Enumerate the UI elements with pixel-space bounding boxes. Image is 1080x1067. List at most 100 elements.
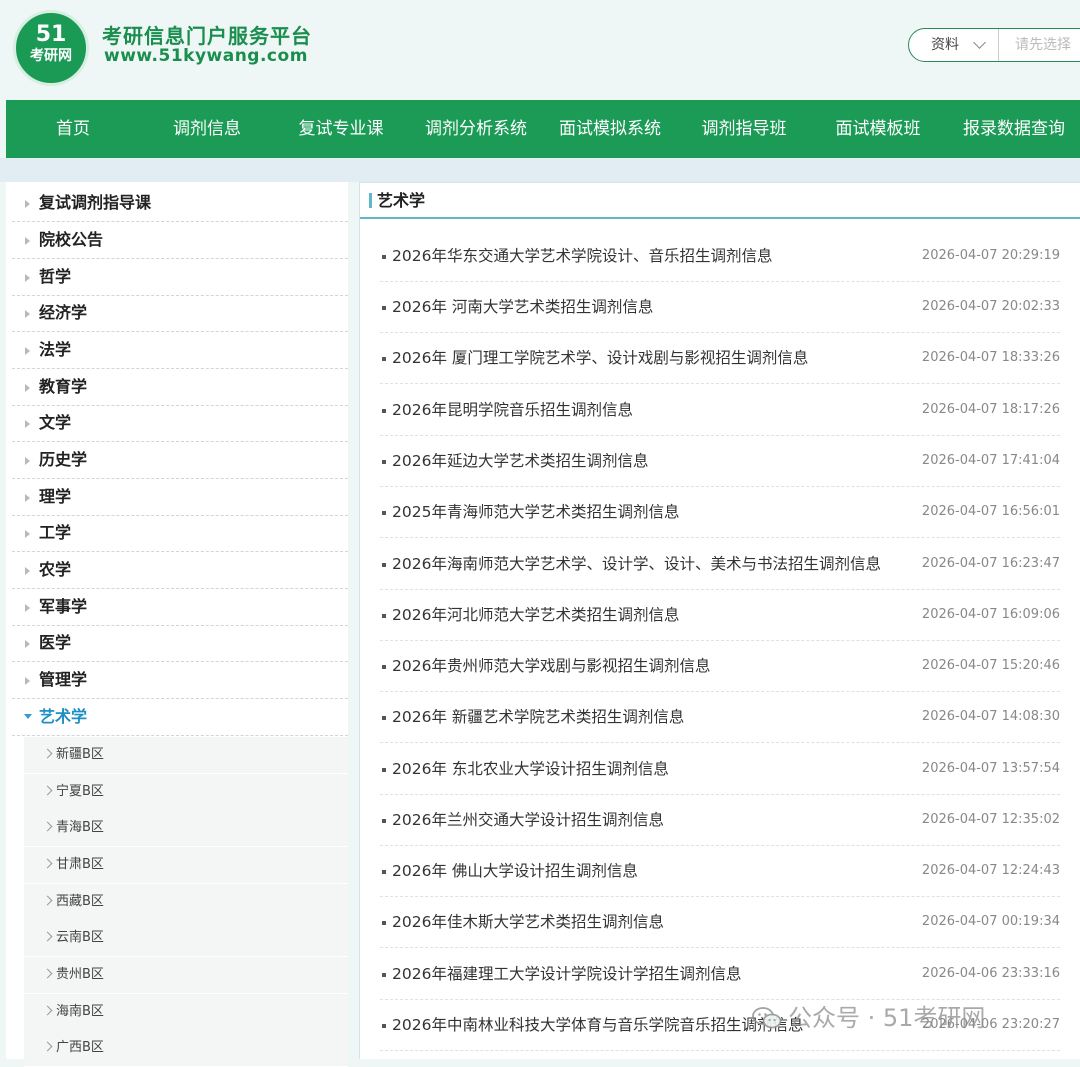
- sidebar-item-management[interactable]: 管理学: [12, 663, 348, 699]
- site-logo[interactable]: 51 考研网: [13, 10, 89, 86]
- panel-title: 艺术学: [377, 191, 426, 210]
- list-item-link[interactable]: 2026年 佛山大学设计招生调剂信息: [392, 846, 638, 896]
- sidebar-item-military[interactable]: 军事学: [12, 590, 348, 626]
- sidebar-item-agriculture[interactable]: 农学: [12, 553, 348, 589]
- sidebar-item-arts[interactable]: 艺术学: [12, 700, 348, 736]
- bullet-icon: [382, 306, 386, 310]
- caret-right-icon: [25, 494, 30, 502]
- list-item: 2026年 佛山大学设计招生调剂信息 2026-04-07 12:24:43: [380, 846, 1060, 897]
- list-item-link[interactable]: 2026年中南林业科技大学体育与音乐学院音乐招生调剂信息: [392, 1000, 803, 1050]
- sidebar-item-history[interactable]: 历史学: [12, 443, 348, 479]
- list-item-date: 2026-04-07 14:08:30: [921, 709, 1060, 724]
- nav-item-guidance-class[interactable]: 调剂指导班: [694, 100, 794, 158]
- nav-item-retest-courses[interactable]: 复试专业课: [291, 100, 391, 158]
- sidebar-item-label: 农学: [39, 560, 72, 579]
- sidebar-item-retest-guidance[interactable]: 复试调剂指导课: [12, 186, 348, 222]
- sidebar-item-label: 工学: [39, 523, 72, 542]
- sidebar-subitem-guangxi[interactable]: 广西B区: [24, 1030, 348, 1067]
- sidebar-subitem-label: 青海B区: [56, 820, 104, 835]
- list-item: 2026年 河南大学艺术类招生调剂信息 2026-04-07 20:02:33: [380, 282, 1060, 333]
- list-item-date: 2026-04-07 18:17:26: [921, 402, 1060, 417]
- chevron-right-icon: [42, 821, 53, 832]
- list-item-link[interactable]: 2026年福建理工大学设计学院设计学招生调剂信息: [392, 949, 741, 999]
- sidebar-subitem-label: 宁夏B区: [56, 784, 104, 799]
- list-item-link[interactable]: 2026年海南师范大学艺术学、设计学、设计、美术与书法招生调剂信息: [392, 539, 881, 589]
- header-accent-bar: [369, 193, 372, 208]
- sidebar-item-label: 理学: [39, 487, 72, 506]
- list-item-link[interactable]: 2026年贵州师范大学戏剧与影视招生调剂信息: [392, 641, 710, 691]
- sidebar-subitem-yunnan[interactable]: 云南B区: [24, 920, 348, 957]
- list-item-link[interactable]: 2026年华东交通大学艺术学院设计、音乐招生调剂信息: [392, 231, 772, 281]
- sidebar-item-label: 历史学: [39, 450, 88, 469]
- sidebar-subitem-xinjiang[interactable]: 新疆B区: [24, 737, 348, 774]
- search-category-select[interactable]: 资料: [909, 29, 999, 61]
- list-item-date: 2026-04-07 12:35:02: [921, 812, 1060, 827]
- sidebar-subitem-tibet[interactable]: 西藏B区: [24, 884, 348, 921]
- list-item-link[interactable]: 2026年延边大学艺术类招生调剂信息: [392, 436, 648, 486]
- caret-right-icon: [25, 310, 30, 318]
- list-item-link[interactable]: 2026年 新疆艺术学院艺术类招生调剂信息: [392, 692, 684, 742]
- caret-right-icon: [25, 347, 30, 355]
- sidebar-item-education[interactable]: 教育学: [12, 370, 348, 406]
- list-item: 2026年延边大学艺术类招生调剂信息 2026-04-07 17:41:04: [380, 436, 1060, 487]
- list-item: 2026年 东北农业大学设计招生调剂信息 2026-04-07 13:57:54: [380, 744, 1060, 795]
- sidebar-subitem-hainan[interactable]: 海南B区: [24, 994, 348, 1031]
- sidebar-subitem-guizhou[interactable]: 贵州B区: [24, 957, 348, 994]
- bullet-icon: [382, 614, 386, 618]
- list-item-link[interactable]: 2026年 河南大学艺术类招生调剂信息: [392, 282, 653, 332]
- list-item-link[interactable]: 2026年 厦门理工学院艺术学、设计戏剧与影视招生调剂信息: [392, 333, 808, 383]
- sidebar-subitem-qinghai[interactable]: 青海B区: [24, 810, 348, 847]
- sidebar-item-science[interactable]: 理学: [12, 480, 348, 516]
- watermark-text: 公众号 · 51考研网: [788, 1004, 986, 1032]
- list-item: 2026年 新疆艺术学院艺术类招生调剂信息 2026-04-07 14:08:30: [380, 692, 1060, 743]
- list-item-link[interactable]: 2026年昆明学院音乐招生调剂信息: [392, 385, 633, 435]
- list-item-date: 2026-04-07 16:09:06: [921, 607, 1060, 622]
- nav-item-admission-data[interactable]: 报录数据查询: [956, 100, 1072, 158]
- list-item-link[interactable]: 2026年河北师范大学艺术类招生调剂信息: [392, 590, 679, 640]
- chevron-right-icon: [42, 1041, 53, 1052]
- sidebar-subitem-ningxia[interactable]: 宁夏B区: [24, 774, 348, 811]
- list-item: 2026年昆明学院音乐招生调剂信息 2026-04-07 18:17:26: [380, 385, 1060, 436]
- search-input[interactable]: [1001, 30, 1080, 60]
- site-title: 考研信息门户服务平台: [102, 24, 312, 48]
- caret-right-icon: [25, 567, 30, 575]
- list-item-link[interactable]: 2026年 东北农业大学设计招生调剂信息: [392, 744, 669, 794]
- sidebar-item-label: 法学: [39, 340, 72, 359]
- sidebar-item-economics[interactable]: 经济学: [12, 296, 348, 332]
- bullet-icon: [382, 819, 386, 823]
- sidebar-item-philosophy[interactable]: 哲学: [12, 260, 348, 296]
- sidebar-subitem-label: 甘肃B区: [56, 857, 104, 872]
- list-item-link[interactable]: 2026年佳木斯大学艺术类招生调剂信息: [392, 897, 664, 947]
- nav-item-adjustment-analysis[interactable]: 调剂分析系统: [418, 100, 534, 158]
- sidebar-item-label: 艺术学: [39, 707, 88, 726]
- sidebar-item-law[interactable]: 法学: [12, 333, 348, 369]
- list-item: 2025年青海师范大学艺术类招生调剂信息 2026-04-07 16:56:01: [380, 487, 1060, 538]
- chevron-right-icon: [42, 785, 53, 796]
- sidebar-subitem-label: 贵州B区: [56, 967, 104, 982]
- list-item-link[interactable]: 2025年青海师范大学艺术类招生调剂信息: [392, 487, 679, 537]
- caret-right-icon: [25, 604, 30, 612]
- sidebar-subitem-label: 西藏B区: [56, 894, 104, 909]
- nav-item-home[interactable]: 首页: [39, 100, 107, 158]
- nav-item-interview-sim[interactable]: 面试模拟系统: [552, 100, 668, 158]
- sidebar-subitem-label: 云南B区: [56, 930, 104, 945]
- bullet-icon: [382, 357, 386, 361]
- sidebar-item-literature[interactable]: 文学: [12, 406, 348, 442]
- caret-right-icon: [25, 200, 30, 208]
- list-item-link[interactable]: 2026年兰州交通大学设计招生调剂信息: [392, 795, 664, 845]
- list-item-date: 2026-04-07 00:19:34: [921, 914, 1060, 929]
- bullet-icon: [382, 870, 386, 874]
- nav-item-adjustment-info[interactable]: 调剂信息: [166, 100, 248, 158]
- sidebar-item-label: 复试调剂指导课: [39, 193, 152, 212]
- sidebar-subitem-gansu[interactable]: 甘肃B区: [24, 847, 348, 884]
- caret-right-icon: [25, 384, 30, 392]
- list-item: 2026年贵州师范大学戏剧与影视招生调剂信息 2026-04-07 15:20:4…: [380, 641, 1060, 692]
- list-item: 2026年兰州交通大学设计招生调剂信息 2026-04-07 12:35:02: [380, 795, 1060, 846]
- list-item-date: 2026-04-07 17:41:04: [921, 453, 1060, 468]
- nav-item-interview-template[interactable]: 面试模板班: [828, 100, 928, 158]
- chevron-down-icon: [973, 36, 986, 49]
- sidebar-item-engineering[interactable]: 工学: [12, 516, 348, 552]
- sidebar-item-school-notices[interactable]: 院校公告: [12, 223, 348, 259]
- sidebar-item-medicine[interactable]: 医学: [12, 626, 348, 662]
- list-item-date: 2026-04-07 16:23:47: [921, 556, 1060, 571]
